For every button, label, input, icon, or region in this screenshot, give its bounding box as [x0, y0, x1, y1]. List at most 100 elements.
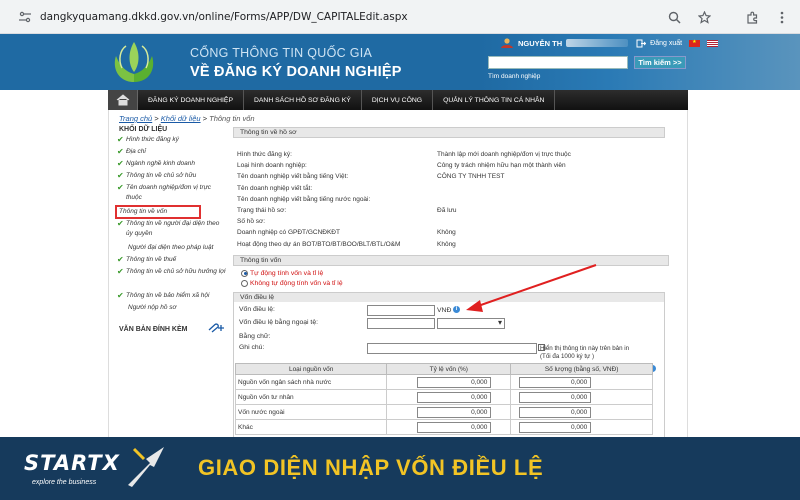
table-row: Nguồn vốn ngân sách nhà nước 0,000 0,000: [234, 374, 653, 390]
currency-label: VNĐ: [437, 307, 452, 314]
user-name-redacted: [566, 39, 629, 47]
table-row: Nguồn vốn tư nhân 0,000 0,000: [234, 389, 653, 405]
charter-capital-header: Vốn điều lệ: [234, 293, 664, 302]
charter-capital-label: Vốn điều lệ:: [239, 306, 275, 313]
check-icon: ✔: [117, 255, 124, 264]
amount-input[interactable]: 0,000: [519, 376, 592, 388]
sidebar-item-tax[interactable]: ✔ Thông tin về thuế: [115, 255, 227, 267]
user-name[interactable]: NGUYỄN TH: [518, 39, 562, 48]
breadcrumb-current: Thông tin vốn: [209, 114, 255, 123]
startx-logo: STARTX explore the business: [24, 447, 174, 489]
extensions-icon[interactable]: [744, 9, 760, 25]
capital-panel: Thông tin vốn Tự động tính vốn và tỉ lệ …: [233, 255, 669, 288]
sidebar-item-business-name[interactable]: ✔ Tên doanh nghiệp/đơn vị trực thuộc: [115, 183, 227, 205]
check-icon: ✔: [117, 183, 124, 192]
flag-en-icon[interactable]: [707, 39, 719, 47]
foreign-capital-input[interactable]: [367, 318, 435, 329]
info-row: Trạng thái hồ sơ: Đã lưu: [237, 207, 457, 215]
col-amount: Số lượng (bằng số, VNĐ): [510, 363, 653, 375]
radio-manual-calc-control[interactable]: [241, 279, 248, 287]
attachments-title: VĂN BẢN ĐÍNH KÈM: [119, 326, 188, 333]
foreign-capital-label: Vốn điều lệ bằng ngoại tệ:: [239, 319, 318, 326]
portal-logo-icon: [114, 42, 154, 82]
portal-title-line1: CỔNG THÔNG TIN QUỐC GIA: [190, 46, 373, 60]
table-row: Vốn nước ngoài 0,000 0,000: [234, 404, 653, 420]
zoom-icon[interactable]: [666, 9, 682, 25]
ratio-input[interactable]: 0,000: [417, 376, 492, 388]
radio-manual-calc[interactable]: Không tự động tính vốn và tỉ lệ: [241, 278, 669, 288]
col-source-type: Loại nguồn vốn: [234, 363, 388, 375]
table-row: Khác 0,000 0,000: [234, 419, 653, 435]
bookmark-star-icon[interactable]: [696, 9, 712, 25]
sidebar-item-submitter[interactable]: Người nộp hồ sơ: [115, 303, 227, 315]
amount-input[interactable]: 0,000: [519, 406, 592, 418]
portal-header: CỔNG THÔNG TIN QUỐC GIA VỀ ĐĂNG KÝ DOANH…: [0, 34, 800, 90]
currency-select[interactable]: [437, 318, 505, 329]
sidebar-item-owner[interactable]: ✔ Thông tin về chủ sở hữu: [115, 171, 227, 183]
amount-input[interactable]: 0,000: [519, 391, 592, 403]
logo-x-icon: [128, 447, 164, 487]
banner-title: GIAO DIỆN NHẬP VỐN ĐIỀU LỆ: [198, 455, 544, 480]
portal-title-line2: VỀ ĐĂNG KÝ DOANH NGHIỆP: [190, 64, 402, 80]
capital-header: Thông tin vốn: [233, 255, 669, 266]
sidebar: ✔ Hình thức đăng ký ✔ Địa chỉ ✔ Ngành nghề …: [115, 135, 227, 315]
show-on-print-label: Hiển thị thông tin này trên bản in (Tối …: [540, 345, 630, 360]
menu-dots-icon[interactable]: [774, 9, 790, 25]
info-row: Tên doanh nghiệp viết bằng tiếng nước ng…: [237, 195, 371, 203]
ratio-input[interactable]: 0,000: [417, 391, 492, 403]
flag-vn-icon[interactable]: [689, 39, 701, 47]
browser-toolbar: dangkyquamang.dkkd.gov.vn/online/Forms/A…: [0, 0, 800, 34]
sidebar-title: KHỐI DỮ LIỆU: [119, 126, 168, 133]
nav-register-business[interactable]: ĐĂNG KÝ DOANH NGHIỆP: [138, 90, 244, 110]
sidebar-item-address[interactable]: ✔ Địa chỉ: [115, 147, 227, 159]
breadcrumb-section[interactable]: Khối dữ liệu: [161, 114, 201, 123]
check-icon: ✔: [117, 135, 124, 144]
note-input[interactable]: [367, 343, 537, 354]
info-row: Số hồ sơ:: [237, 218, 266, 226]
sidebar-item-registration-type[interactable]: ✔ Hình thức đăng ký: [115, 135, 227, 147]
nav-public-services[interactable]: DỊCH VỤ CÔNG: [362, 90, 434, 110]
site-info-icon[interactable]: [18, 10, 32, 24]
sidebar-item-beneficial-owner[interactable]: ✔ Thông tin về chủ sở hữu hưởng lợi: [115, 267, 227, 291]
attach-icon[interactable]: [207, 323, 225, 333]
sidebar-item-legal-rep[interactable]: Người đại diện theo pháp luật: [115, 243, 227, 255]
charter-capital-input[interactable]: [367, 305, 435, 316]
sidebar-item-capital[interactable]: Thông tin về vốn: [115, 205, 201, 219]
info-row: Hoạt động theo dự án BOT/BTO/BT/BOO/BLT/…: [237, 240, 456, 248]
address-bar[interactable]: dangkyquamang.dkkd.gov.vn/online/Forms/A…: [40, 11, 408, 23]
home-button[interactable]: [108, 90, 138, 110]
nav-personal-info[interactable]: QUẢN LÝ THÔNG TIN CÁ NHÂN: [433, 90, 556, 110]
info-row: Tên doanh nghiệp viết bằng tiếng Việt: CÔ…: [237, 173, 505, 181]
breadcrumb: Trang chủ > Khối dữ liệu > Thông tin vốn: [119, 114, 255, 123]
amount-input[interactable]: 0,000: [519, 421, 592, 433]
check-icon: ✔: [117, 159, 124, 168]
sidebar-item-business-lines[interactable]: ✔ Ngành nghề kinh doanh: [115, 159, 227, 171]
main-nav: ĐĂNG KÝ DOANH NGHIỆP DANH SÁCH HỒ SƠ ĐĂN…: [108, 90, 688, 110]
ratio-input[interactable]: 0,000: [417, 421, 492, 433]
logo-tagline: explore the business: [32, 479, 97, 486]
find-business-link[interactable]: Tìm doanh nghiệp: [488, 73, 540, 80]
search-input[interactable]: [488, 56, 628, 69]
info-icon[interactable]: i: [453, 306, 460, 313]
sidebar-item-social-insurance[interactable]: ✔ Thông tin về bảo hiểm xã hội: [115, 291, 227, 303]
check-icon: ✔: [117, 291, 124, 300]
info-row: Doanh nghiệp có GPĐT/GCNĐKĐT Không: [237, 229, 456, 237]
ratio-input[interactable]: 0,000: [417, 406, 492, 418]
breadcrumb-home[interactable]: Trang chủ: [119, 114, 152, 123]
radio-auto-calc-control[interactable]: [241, 269, 248, 277]
check-icon: ✔: [117, 171, 124, 180]
info-row: Loại hình doanh nghiệp: Công ty trách nhi…: [237, 162, 566, 170]
in-words-label: Bằng chữ:: [239, 333, 271, 340]
nav-application-list[interactable]: DANH SÁCH HỒ SƠ ĐĂNG KÝ: [244, 90, 362, 110]
radio-auto-calc[interactable]: Tự động tính vốn và tỉ lệ: [241, 268, 669, 278]
logo-text: STARTX: [24, 451, 120, 475]
check-icon: ✔: [117, 267, 124, 276]
note-label: Ghi chú:: [239, 344, 265, 351]
logout-icon[interactable]: [636, 39, 647, 48]
search-button[interactable]: Tìm kiếm >>: [634, 56, 686, 69]
check-icon: ✔: [117, 147, 124, 156]
col-ratio: Tỷ lệ vốn (%): [386, 363, 512, 375]
home-icon: [116, 94, 129, 106]
logout-link[interactable]: Đăng xuất: [650, 40, 682, 47]
sidebar-item-authorized-rep[interactable]: ✔ Thông tin về người đại diện theo ủy quy…: [115, 219, 227, 243]
